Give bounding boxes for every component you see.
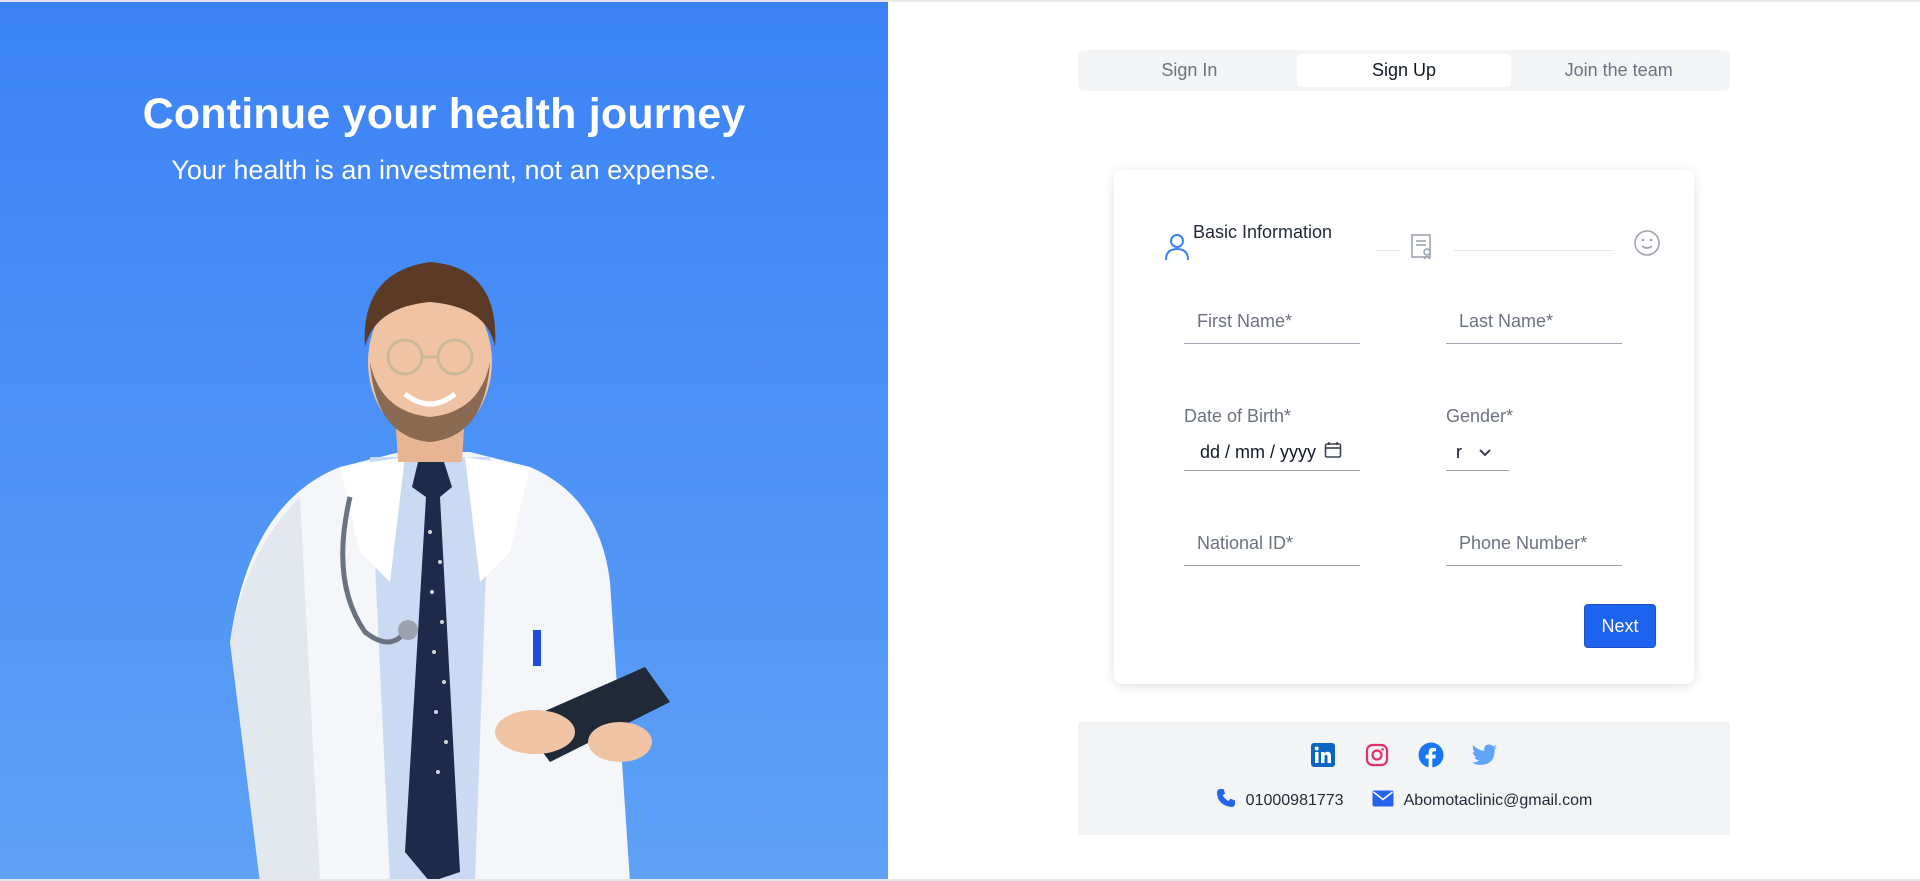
gender-field: Gender* r: [1446, 406, 1513, 471]
linkedin-icon[interactable]: [1310, 742, 1336, 768]
step-connector: [1454, 250, 1614, 251]
phone-number-field: [1446, 522, 1622, 566]
first-name-input[interactable]: [1184, 300, 1360, 344]
date-of-birth-field: Date of Birth* dd / mm / yyyy: [1184, 406, 1360, 471]
contact-footer: 01000981773 Abomotaclinic@gmail.com: [1078, 722, 1730, 835]
auth-tabs: Sign In Sign Up Join the team: [1078, 50, 1730, 91]
certificate-icon: [1407, 232, 1437, 262]
date-of-birth-label: Date of Birth*: [1184, 406, 1292, 426]
tab-sign-in[interactable]: Sign In: [1082, 54, 1297, 87]
tab-sign-up[interactable]: Sign Up: [1296, 54, 1512, 87]
national-id-field: [1184, 522, 1360, 566]
hero-subtitle: Your health is an investment, not an exp…: [171, 155, 717, 185]
social-links: [1078, 742, 1730, 768]
step-label-basic-information: Basic Information: [1193, 222, 1333, 242]
contact-phone[interactable]: 01000981773: [1216, 788, 1344, 813]
chevron-down-icon: [1478, 442, 1492, 463]
hero-title: Continue your health journey: [142, 90, 746, 138]
email-address: Abomotaclinic@gmail.com: [1403, 791, 1593, 809]
contact-info: 01000981773 Abomotaclinic@gmail.com: [1078, 788, 1730, 813]
hero-panel: Continue your health journey Your health…: [0, 2, 888, 879]
smile-icon: [1632, 228, 1662, 258]
signup-steps: Basic Information: [1148, 202, 1660, 261]
instagram-icon[interactable]: [1364, 742, 1390, 768]
last-name-input[interactable]: [1446, 300, 1622, 344]
envelope-icon: [1372, 790, 1394, 812]
facebook-icon[interactable]: [1418, 742, 1444, 768]
last-name-field: [1446, 300, 1622, 344]
signup-card: Basic Information Date of Birth* dd / mm…: [1114, 170, 1694, 684]
phone-number: 01000981773: [1245, 791, 1344, 809]
national-id-input[interactable]: [1184, 522, 1360, 566]
first-name-field: [1184, 300, 1360, 344]
gender-label: Gender*: [1446, 406, 1514, 426]
contact-email[interactable]: Abomotaclinic@gmail.com: [1372, 788, 1593, 813]
gender-select[interactable]: r: [1446, 435, 1509, 471]
user-icon: [1162, 232, 1192, 262]
twitter-icon[interactable]: [1472, 742, 1498, 768]
phone-number-input[interactable]: [1446, 522, 1622, 566]
date-of-birth-input[interactable]: dd / mm / yyyy: [1184, 435, 1360, 471]
doctor-illustration: [230, 262, 670, 879]
date-of-birth-value: dd / mm / yyyy: [1200, 442, 1317, 462]
phone-icon: [1216, 788, 1236, 813]
tab-join-the-team[interactable]: Join the team: [1511, 54, 1726, 87]
step-connector: [1375, 250, 1401, 251]
next-button[interactable]: Next: [1584, 604, 1656, 648]
gender-value: r: [1456, 442, 1462, 462]
calendar-icon[interactable]: [1324, 441, 1342, 464]
